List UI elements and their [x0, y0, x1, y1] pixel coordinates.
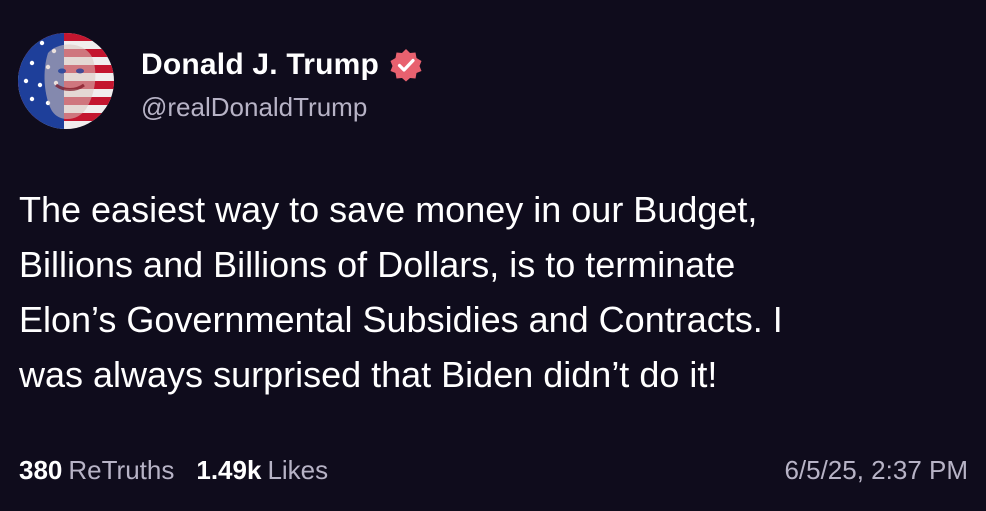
display-name[interactable]: Donald J. Trump	[141, 48, 379, 82]
retruths-label: ReTruths	[68, 455, 175, 485]
name-row: Donald J. Trump	[141, 48, 423, 82]
user-handle[interactable]: @realDonaldTrump	[141, 92, 423, 123]
likes-count: 1.49k	[196, 455, 262, 485]
verified-badge-icon	[390, 49, 422, 82]
avatar-image	[18, 33, 114, 129]
post-footer: 380 ReTruths 1.49k Likes 6/5/25, 2:37 PM	[19, 455, 968, 486]
retruths-stat[interactable]: 380 ReTruths	[19, 455, 174, 486]
likes-label: Likes	[267, 455, 329, 485]
retruths-count: 380	[19, 455, 63, 485]
post-text: The easiest way to save money in our Bud…	[19, 189, 783, 395]
truth-post: Donald J. Trump @realDonaldTrump The eas…	[0, 0, 986, 511]
likes-stat[interactable]: 1.49k Likes	[196, 455, 328, 486]
post-author: Donald J. Trump @realDonaldTrump	[141, 48, 423, 123]
post-timestamp[interactable]: 6/5/25, 2:37 PM	[784, 455, 968, 486]
avatar[interactable]	[18, 33, 114, 129]
